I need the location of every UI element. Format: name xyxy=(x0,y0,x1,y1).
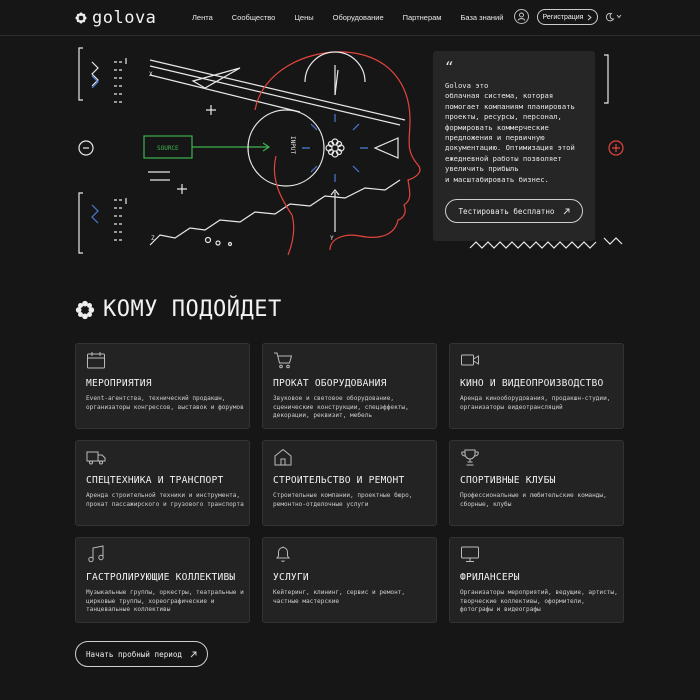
monitor-icon xyxy=(461,546,479,562)
chevron-right-icon xyxy=(588,14,593,20)
tile-title: КИНО И ВИДЕОПРОИЗВОДСТВО xyxy=(460,378,604,389)
nav-item-knowledge-base[interactable]: База знаний xyxy=(460,13,503,22)
tile-title: СТРОИТЕЛЬСТВО И РЕМОНТ xyxy=(273,475,405,486)
cart-icon xyxy=(274,352,293,369)
tile-touring-groups[interactable]: ГАСТРОЛИРУЮЩИЕ КОЛЛЕКТИВЫ Музыкальные гр… xyxy=(75,537,250,623)
logo-text: golova xyxy=(92,8,157,28)
start-trial-label: Начать пробный период xyxy=(85,649,182,659)
source-label: SOURCE xyxy=(157,145,179,152)
section-title-text: КОМУ ПОДОЙДЕТ xyxy=(103,297,282,322)
calendar-icon xyxy=(87,352,105,369)
trophy-icon xyxy=(461,449,479,466)
tile-title: ФРИЛАНСЕРЫ xyxy=(460,572,520,583)
quote-mark: “ xyxy=(445,58,454,77)
top-header: golova Лента Сообщество Цены Оборудовани… xyxy=(0,0,700,36)
theme-toggle[interactable] xyxy=(605,11,623,23)
arrow-up-right-icon xyxy=(563,208,569,214)
tile-description: Музыкальные группы, оркестры, театральны… xyxy=(86,589,244,614)
flower-logo-icon xyxy=(75,12,87,24)
section-title: КОМУ ПОДОЙДЕТ xyxy=(75,297,282,322)
tile-services[interactable]: УСЛУГИ Кейтеринг, клининг, сервис и ремо… xyxy=(262,537,437,623)
user-icon xyxy=(517,12,526,21)
tile-title: ПРОКАТ ОБОРУДОВАНИЯ xyxy=(273,378,387,389)
arrow-up-right-icon xyxy=(190,651,197,657)
nav-item-feed[interactable]: Лента xyxy=(192,13,213,22)
main-nav: Лента Сообщество Цены Оборудование Партн… xyxy=(192,13,522,22)
nav-item-partners[interactable]: Партнерам xyxy=(403,13,442,22)
tile-construction[interactable]: СТРОИТЕЛЬСТВО И РЕМОНТ Строительные комп… xyxy=(262,440,437,526)
hero-description: Golova это облачная система, которая пом… xyxy=(445,81,575,184)
hero-illustration: SOURCE INPUT X Y Z xyxy=(78,47,624,256)
try-free-label: Тестировать бесплатно xyxy=(458,206,555,216)
tile-sports-clubs[interactable]: СПОРТИВНЫЕ КЛУБЫ Профессиональные и люби… xyxy=(449,440,624,526)
tile-film-video[interactable]: КИНО И ВИДЕОПРОИЗВОДСТВО Аренда кинообор… xyxy=(449,343,624,429)
tile-title: СПЕЦТЕХНИКА И ТРАНСПОРТ xyxy=(86,475,224,486)
start-trial-button[interactable]: Начать пробный период xyxy=(75,641,208,667)
nav-item-prices[interactable]: Цены xyxy=(294,13,313,22)
tile-description: Event-агентства, технический продакшн, о… xyxy=(86,395,244,411)
chevron-down-icon xyxy=(616,14,622,19)
nav-item-community[interactable]: Сообщество xyxy=(232,13,276,22)
nav-item-equipment[interactable]: Оборудование xyxy=(333,13,384,22)
tile-title: ГАСТРОЛИРУЮЩИЕ КОЛЛЕКТИВЫ xyxy=(86,572,236,583)
tile-title: УСЛУГИ xyxy=(273,572,309,583)
bell-icon xyxy=(276,546,290,562)
tile-title: МЕРОПРИЯТИЯ xyxy=(86,378,152,389)
truck-icon xyxy=(86,451,106,465)
logo[interactable]: golova xyxy=(75,8,156,28)
flower-icon xyxy=(75,300,95,319)
tile-description: Кейтеринг, клининг, сервис и ремонт, час… xyxy=(273,589,406,605)
tile-description: Аренда строительной техники и инструмент… xyxy=(86,492,244,508)
register-label: Регистрация xyxy=(542,13,584,21)
music-note-icon xyxy=(88,545,104,563)
tile-description: Профессиональные и любительские команды,… xyxy=(460,492,607,508)
user-profile-button[interactable] xyxy=(514,9,529,24)
tile-machinery-transport[interactable]: СПЕЦТЕХНИКА И ТРАНСПОРТ Аренда строитель… xyxy=(75,440,250,526)
try-free-button[interactable]: Тестировать бесплатно xyxy=(445,199,583,223)
tile-equipment-rental[interactable]: ПРОКАТ ОБОРУДОВАНИЯ Звуковое и световое … xyxy=(262,343,437,429)
tile-freelancers[interactable]: ФРИЛАНСЕРЫ Организаторы мероприятий, вед… xyxy=(449,537,624,623)
house-icon xyxy=(274,448,292,466)
tile-description: Строительные компании, проектные бюро, р… xyxy=(273,492,413,508)
z-axis-label: Z xyxy=(151,235,155,242)
tile-title: СПОРТИВНЫЕ КЛУБЫ xyxy=(460,475,556,486)
moon-icon xyxy=(606,12,615,22)
tile-description: Организаторы мероприятий, ведущие, артис… xyxy=(460,589,618,614)
x-axis-label: X xyxy=(149,71,153,78)
input-label: INPUT xyxy=(289,136,296,154)
register-button[interactable]: Регистрация xyxy=(537,9,598,25)
y-axis-label: Y xyxy=(330,235,334,242)
video-camera-icon xyxy=(461,354,479,366)
tile-description: Звуковое и световое оборудование, сценич… xyxy=(273,395,409,420)
tile-events[interactable]: МЕРОПРИЯТИЯ Event-агентства, технический… xyxy=(75,343,250,429)
tile-description: Аренда кинооборудования, продакшн-студии… xyxy=(460,395,611,411)
